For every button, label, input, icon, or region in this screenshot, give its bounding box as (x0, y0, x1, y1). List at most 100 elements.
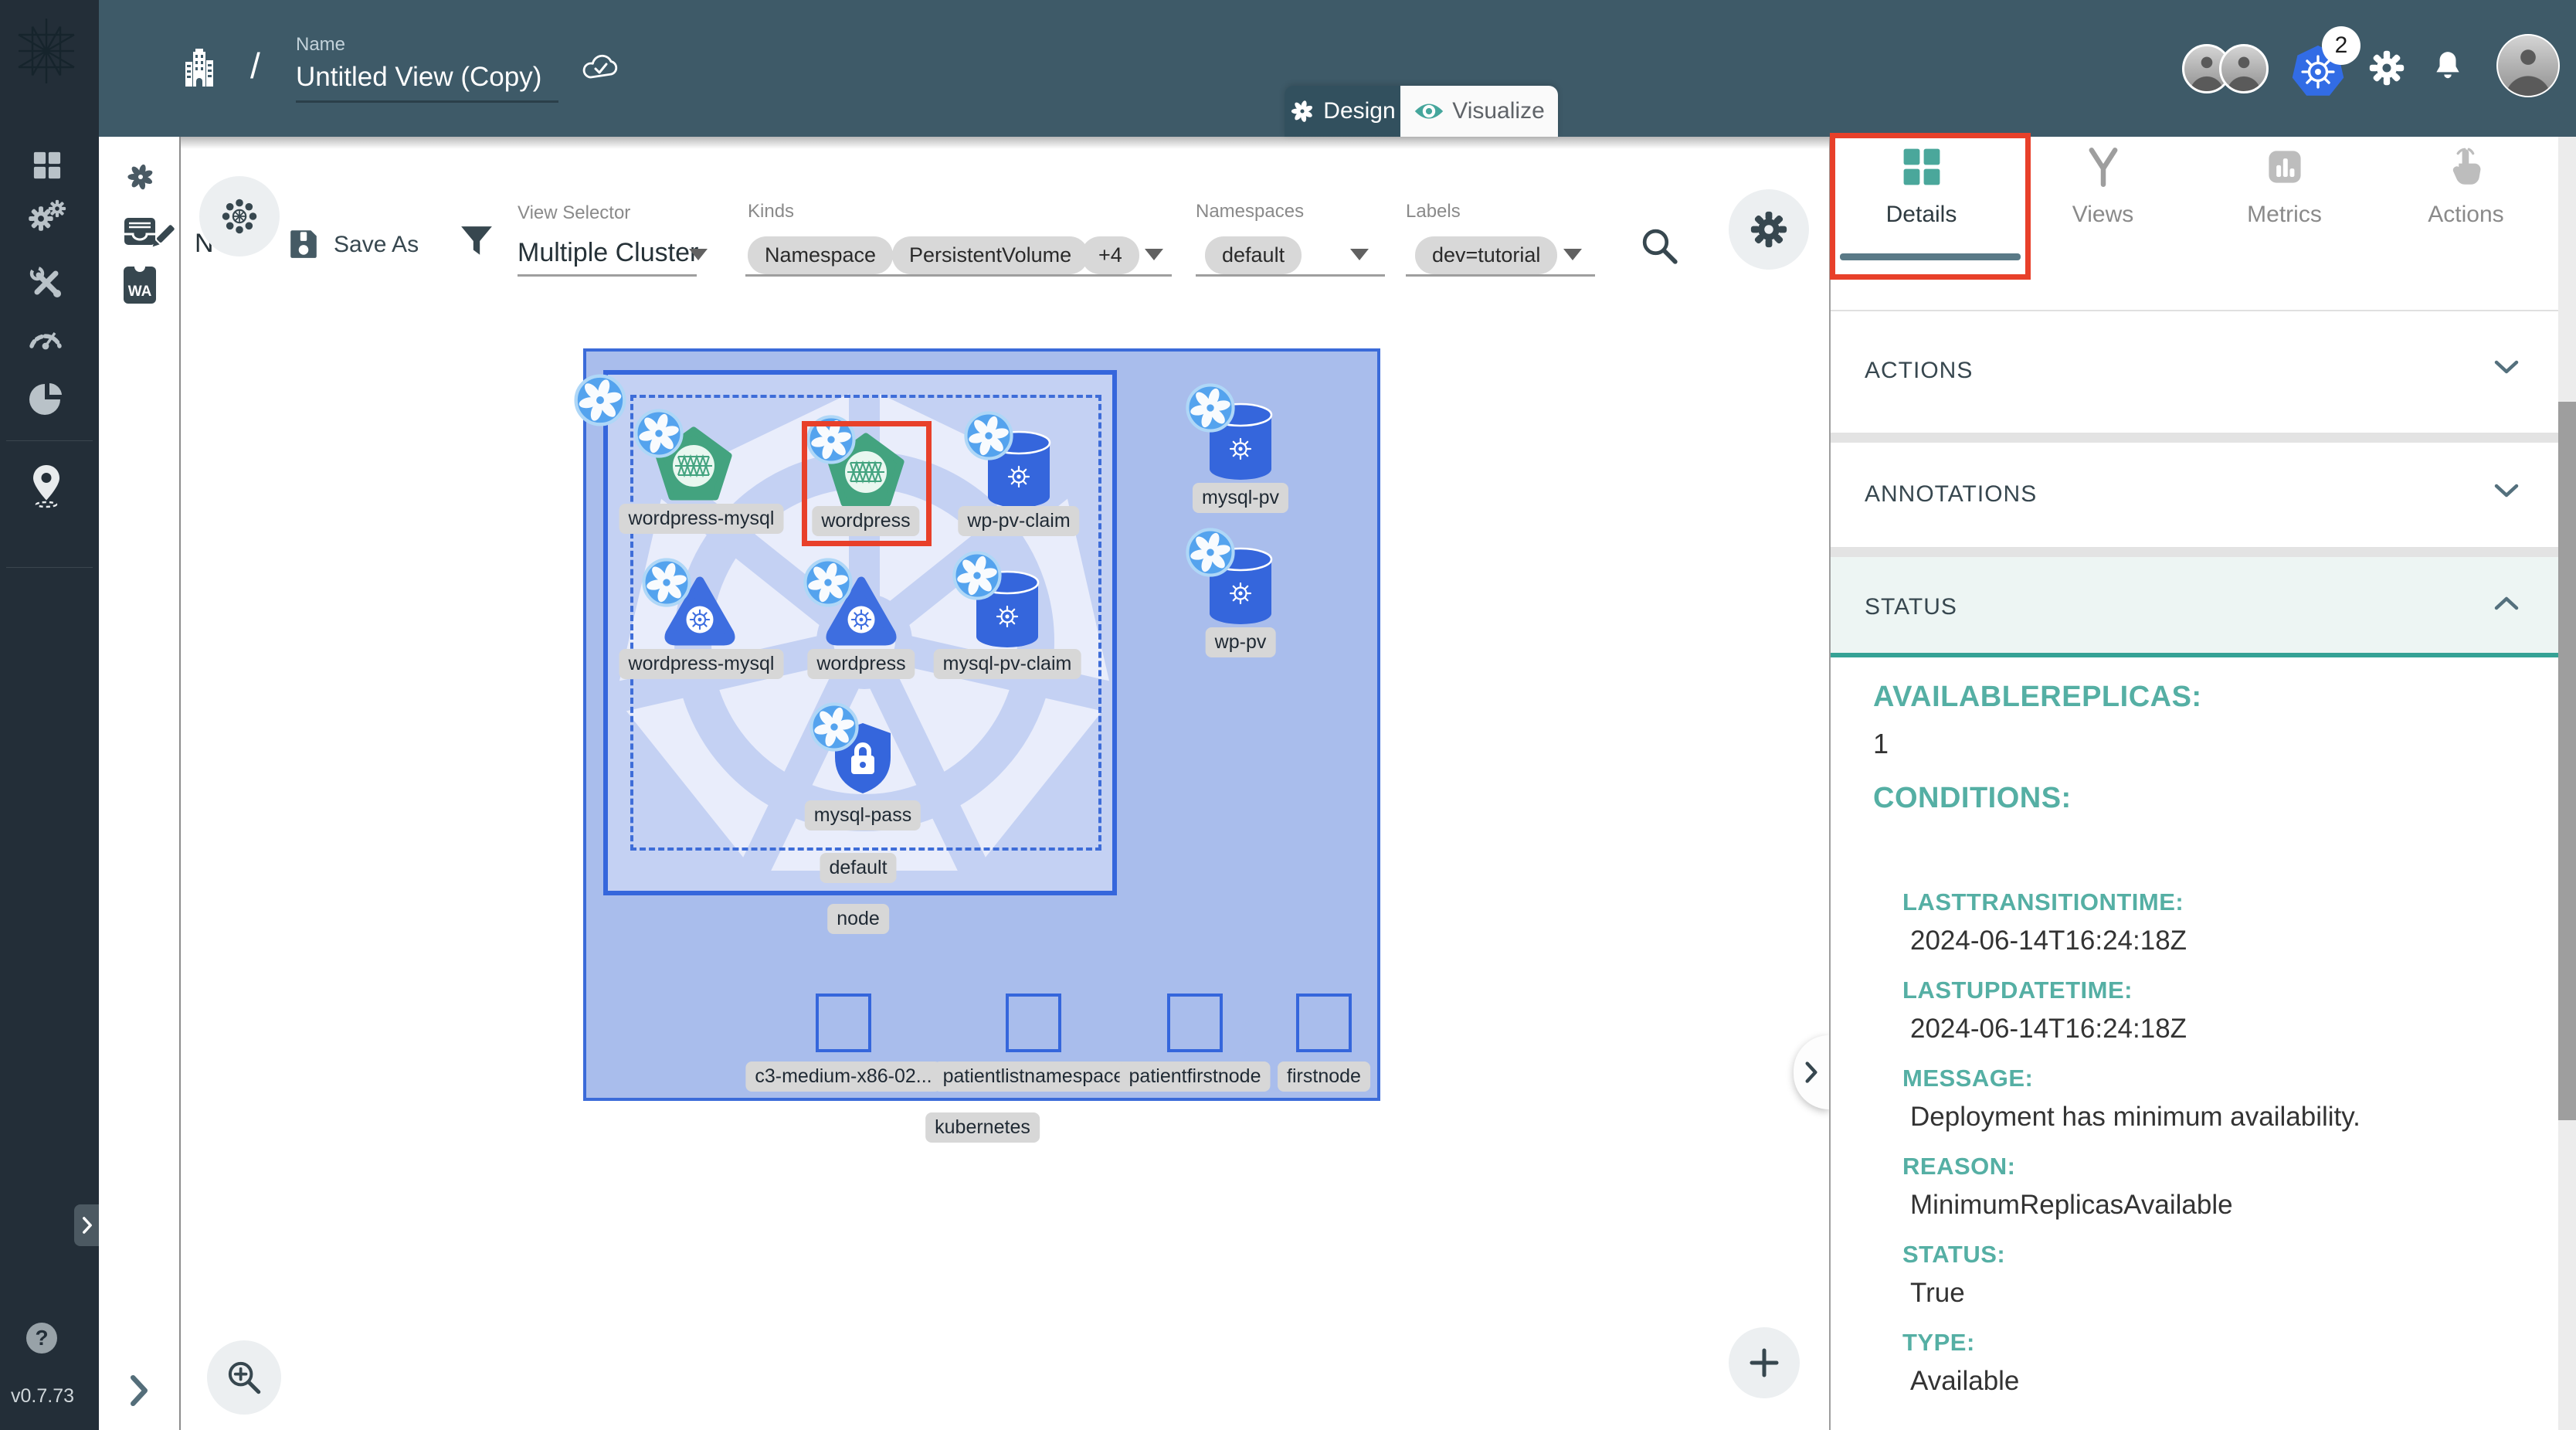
pod-node-wordpress[interactable] (803, 557, 903, 657)
accordion-label: ANNOTATIONS (1865, 481, 2037, 508)
accordion-label: STATUS (1865, 594, 1957, 620)
highlight-box-wordpress (802, 421, 932, 546)
accordion-actions[interactable]: ACTIONS (1831, 311, 2558, 433)
condition-value: Available (1910, 1366, 2558, 1397)
node-label: wordpress-mysql (619, 504, 784, 534)
app-version: v0.7.73 (11, 1385, 74, 1408)
tab-views[interactable]: Views (2012, 147, 2194, 247)
meshsync-badge-icon (809, 701, 860, 752)
meshsync-flower-button[interactable] (199, 176, 280, 256)
node-label: wp-pv-claim (958, 506, 1079, 536)
namespaces-caret-icon[interactable] (1350, 249, 1369, 260)
pv-node-wp-pv[interactable] (1185, 527, 1285, 627)
namespaces-underline (1196, 274, 1385, 277)
meshsync-badge-icon (641, 557, 692, 608)
node-square-firstnode[interactable] (1296, 994, 1352, 1052)
accordion-gap (1831, 547, 2558, 557)
node-square-c3-medium[interactable] (816, 994, 871, 1052)
add-node-button[interactable] (1729, 1327, 1800, 1398)
view-selector-value[interactable]: Multiple Cluster (518, 238, 698, 268)
visualize-eye-icon (1414, 101, 1444, 121)
design-tab[interactable]: Design (1285, 86, 1400, 137)
sidebar-item-configuration-tools-icon[interactable] (29, 266, 63, 300)
tab-metrics[interactable]: Metrics (2194, 147, 2375, 247)
meshery-logo[interactable] (14, 17, 79, 85)
panel-collapse-tab[interactable] (1794, 1035, 1829, 1109)
labels-caret-icon[interactable] (1563, 249, 1582, 260)
views-y-icon (2083, 147, 2123, 187)
status-key: AVAILABLEREPLICAS: (1873, 681, 2558, 714)
chevron-down-icon (2493, 359, 2520, 375)
kinds-caret-icon[interactable] (1145, 249, 1163, 260)
kind-chip[interactable]: PersistentVolume (892, 236, 1088, 274)
expand-drawer-chevron-icon[interactable] (128, 1374, 150, 1408)
meshsync-badge-icon (1185, 527, 1236, 578)
notifications-bell-icon[interactable] (2433, 49, 2462, 83)
canvas-settings-button[interactable] (1729, 189, 1809, 270)
label-chip[interactable]: dev=tutorial (1415, 236, 1557, 274)
pvc-node-wp-pv-claim[interactable] (963, 410, 1064, 511)
meshsync-flower-icon (221, 198, 258, 235)
help-button[interactable]: ? (26, 1323, 57, 1354)
tab-actions[interactable]: Actions (2375, 147, 2557, 247)
namespace-chip[interactable]: default (1205, 236, 1302, 274)
settings-gear-icon[interactable] (2368, 49, 2405, 87)
pod-node-wordpress-mysql[interactable] (641, 557, 742, 657)
edit-pencil-icon[interactable] (147, 220, 179, 253)
wasm-filter-icon[interactable]: WA (124, 267, 156, 304)
condition-value: MinimumReplicasAvailable (1910, 1190, 2558, 1221)
context-count-badge[interactable]: 2 (2322, 26, 2360, 65)
pv-node-mysql-pv[interactable] (1185, 382, 1285, 483)
user-avatar[interactable] (2496, 34, 2560, 97)
meshsync-badge-icon (633, 408, 684, 459)
status-key: CONDITIONS: (1873, 782, 2558, 815)
metrics-chart-icon (2265, 147, 2305, 187)
collaborator-avatar[interactable] (2219, 44, 2269, 93)
accordion-annotations[interactable]: ANNOTATIONS (1831, 443, 2558, 547)
panel-scrollbar-thumb[interactable] (2558, 402, 2576, 1120)
sidebar-item-extensions-pie-icon[interactable] (29, 382, 63, 416)
save-as-button[interactable]: Save As (334, 232, 419, 258)
secret-node-mysql-pass[interactable] (809, 701, 909, 802)
meshsync-badge-icon (963, 410, 1014, 461)
chevron-up-icon (2493, 596, 2520, 611)
design-file-swirl-icon[interactable] (125, 161, 156, 192)
kind-chip-more[interactable]: +4 (1081, 236, 1139, 274)
sidebar: ? v0.7.73 (0, 0, 99, 1430)
kinds-label: Kinds (748, 201, 794, 222)
labels-label: Labels (1406, 201, 1461, 222)
cloud-saved-icon[interactable] (581, 51, 621, 82)
name-field-label: Name (296, 34, 345, 56)
save-as-floppy-icon[interactable] (287, 227, 320, 260)
cluster-label: kubernetes (925, 1112, 1040, 1143)
deployment-node-wordpress-mysql[interactable] (633, 408, 734, 508)
meshsync-badge-icon (952, 550, 1003, 601)
accordion-label: ACTIONS (1865, 358, 1973, 384)
node-square-patientfirstnode[interactable] (1167, 994, 1223, 1052)
view-selector-label: View Selector (518, 202, 630, 224)
organization-building-icon[interactable] (184, 48, 215, 88)
view-selector-caret-icon[interactable] (689, 249, 708, 260)
filter-funnel-icon[interactable] (459, 224, 494, 260)
condition-value: 2024-06-14T16:24:18Z (1910, 926, 2558, 956)
condition-key: LASTTRANSITIONTIME: (1902, 888, 2558, 916)
chevron-down-icon (2493, 483, 2520, 498)
node-label: firstnode (1278, 1061, 1370, 1092)
node-square-patientlistnamespace[interactable] (1006, 994, 1061, 1052)
zoom-in-button[interactable] (207, 1340, 281, 1415)
kind-chip[interactable]: Namespace (748, 236, 893, 274)
sidebar-item-performance-speedometer-icon[interactable] (28, 323, 63, 351)
status-content: AVAILABLEREPLICAS: 1 CONDITIONS: LASTTRA… (1831, 657, 2558, 1430)
pvc-node-mysql-pv-claim[interactable] (952, 550, 1052, 650)
node-name-label: node (827, 904, 889, 934)
sidebar-item-dashboard[interactable] (32, 151, 62, 180)
search-icon[interactable] (1639, 226, 1679, 266)
sidebar-item-location-pin-icon[interactable] (31, 464, 62, 508)
sidebar-item-lifecycle-gear-small-icon[interactable] (48, 199, 66, 218)
actions-hand-icon (2448, 147, 2485, 187)
visualize-tab[interactable]: Visualize (1400, 86, 1558, 137)
namespaces-label: Namespaces (1196, 201, 1304, 222)
accordion-status[interactable]: STATUS (1831, 557, 2558, 657)
sidebar-expand-button[interactable] (74, 1204, 100, 1246)
view-name-input[interactable] (296, 62, 558, 103)
